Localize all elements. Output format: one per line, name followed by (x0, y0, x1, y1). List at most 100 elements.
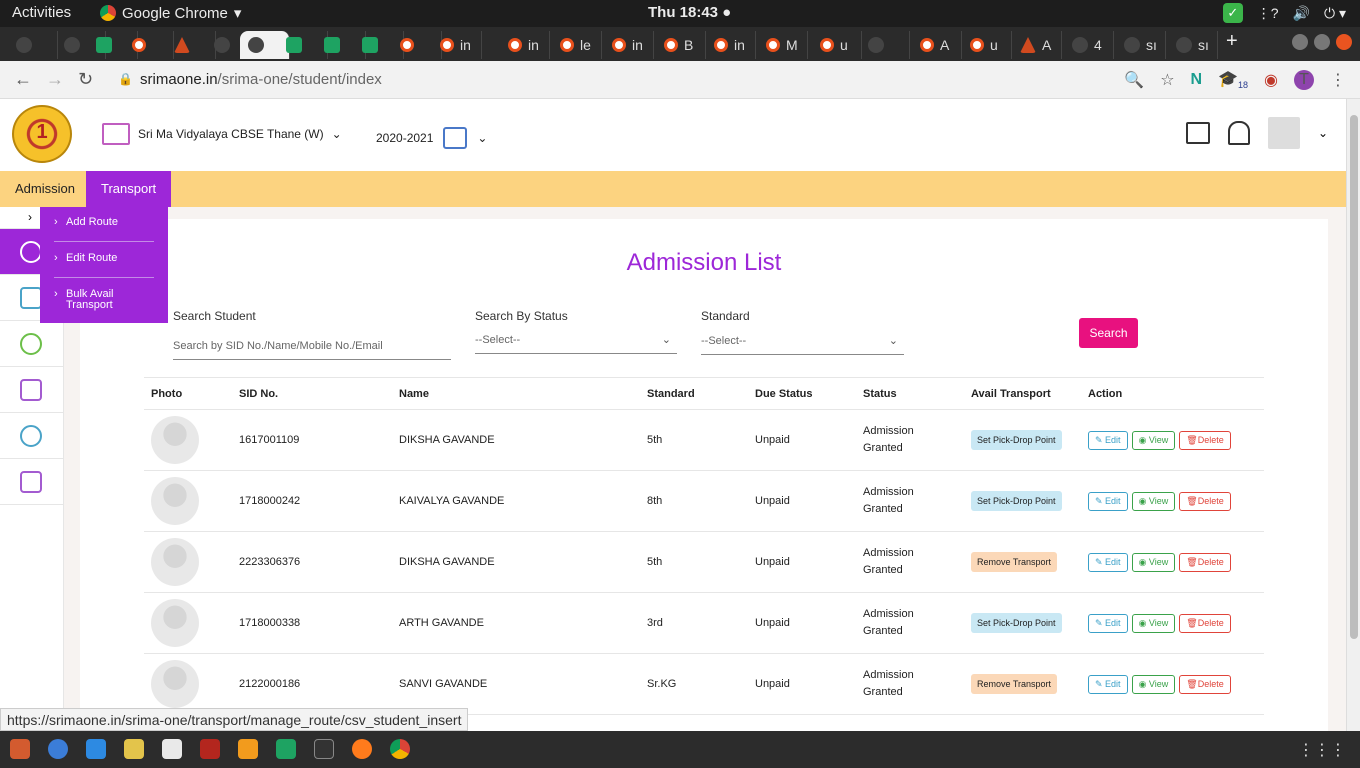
student-name: ARTH GAVANDE (399, 617, 484, 629)
browser-tab[interactable]: 4 (1064, 31, 1114, 59)
delete-button[interactable]: 🗑Delete (1179, 674, 1231, 694)
scrollbar-thumb[interactable] (1350, 115, 1358, 639)
search-input[interactable]: Search by SID No./Name/Mobile No./Email (173, 332, 451, 360)
system-tray[interactable]: ✓ ⋮? 🔊 ⏻ ▾ (1222, 3, 1346, 23)
browser-tab[interactable]: M (758, 31, 808, 59)
sidebar-item-settings[interactable] (0, 413, 64, 459)
view-button[interactable]: ◉ View (1131, 674, 1176, 694)
transport-button[interactable]: Set Pick-Drop Point (971, 430, 1062, 450)
browser-tab[interactable] (8, 31, 58, 59)
browser-tab[interactable]: in (604, 31, 654, 59)
files-icon[interactable] (10, 739, 30, 759)
browser-tab[interactable]: A (912, 31, 962, 59)
standard-select[interactable]: --Select-- ⌄ (701, 327, 904, 355)
browser-tab[interactable]: sı (1168, 31, 1218, 59)
user-avatar[interactable] (1267, 117, 1300, 149)
filezilla-icon[interactable] (200, 739, 220, 759)
school-selector[interactable]: Sri Ma Vidyalaya CBSE Thane (W) ⌄ (102, 123, 342, 145)
sublime-icon[interactable] (238, 739, 258, 759)
edit-button[interactable]: ✎ Edit (1088, 674, 1128, 694)
reload-icon[interactable]: ↻ (78, 69, 93, 90)
check-icon[interactable]: ✓ (1222, 3, 1243, 23)
chrome-icon[interactable] (390, 739, 410, 759)
status-select[interactable]: --Select-- ⌄ (475, 326, 677, 354)
new-tab-button[interactable]: + (1226, 30, 1238, 53)
sidebar-item-users[interactable] (0, 321, 64, 367)
clock[interactable]: Thu 18:43 ● (648, 4, 731, 21)
bell-icon[interactable] (1227, 121, 1250, 145)
delete-button[interactable]: 🗑Delete (1179, 430, 1231, 450)
chrome-menu-icon[interactable]: ⋮ (1330, 70, 1346, 90)
academic-year-selector[interactable]: 2020-2021 ⌄ (376, 127, 487, 149)
tab-label: in (632, 37, 643, 53)
view-button[interactable]: ◉ View (1131, 613, 1176, 633)
browser-tab[interactable]: u (962, 31, 1012, 59)
volume-icon[interactable]: 🔊 (1293, 5, 1310, 22)
zoom-icon[interactable]: 🔍 (1124, 70, 1144, 90)
sidebar-item-transport[interactable] (0, 459, 64, 505)
firefox-icon[interactable] (352, 739, 372, 759)
app-icon[interactable] (124, 739, 144, 759)
browser-tab[interactable]: in (706, 31, 756, 59)
transport-button[interactable]: Remove Transport (971, 552, 1058, 572)
document-icon[interactable] (162, 739, 182, 759)
url-field[interactable]: srimaone.in/srima-one/student/index (140, 71, 382, 88)
edit-label: Edit (1105, 678, 1121, 689)
activities-button[interactable]: Activities (12, 4, 71, 21)
profile-avatar[interactable]: T (1294, 69, 1314, 90)
menu-transport[interactable]: Transport (86, 171, 172, 207)
edit-button[interactable]: ✎ Edit (1088, 552, 1128, 572)
app-icon[interactable] (86, 739, 106, 759)
browser-tab[interactable]: sı (1116, 31, 1166, 59)
school-logo[interactable]: 1 (12, 105, 72, 163)
transport-button[interactable]: Set Pick-Drop Point (971, 613, 1062, 633)
browser-tab[interactable]: B (656, 31, 706, 59)
student-name: DIKSHA GAVANDE (399, 556, 495, 568)
dropdown-edit-route[interactable]: Edit Route (40, 252, 168, 264)
browser-tab[interactable]: le (552, 31, 602, 59)
browser-tab[interactable] (860, 31, 910, 59)
app-menu[interactable]: Google Chrome ▾ (100, 4, 241, 22)
power-icon[interactable]: ⏻ ▾ (1324, 5, 1346, 22)
view-button[interactable]: ◉ View (1131, 491, 1176, 511)
thunderbird-icon[interactable] (48, 739, 68, 759)
menu-admission[interactable]: Admission (0, 171, 90, 207)
extension-circle-icon[interactable]: ◉ (1264, 70, 1278, 90)
maximize-icon[interactable] (1314, 34, 1330, 50)
terminal-icon[interactable] (314, 739, 334, 759)
back-icon[interactable]: ← (14, 69, 32, 90)
due-status: Unpaid (755, 434, 790, 446)
transport-button[interactable]: Set Pick-Drop Point (971, 491, 1062, 511)
close-icon[interactable] (1336, 34, 1352, 50)
network-icon[interactable]: ⋮? (1257, 5, 1279, 22)
spreadsheet-icon[interactable] (276, 739, 296, 759)
view-button[interactable]: ◉ View (1131, 552, 1176, 572)
edit-button[interactable]: ✎ Edit (1088, 491, 1128, 511)
browser-tab[interactable]: A (1012, 31, 1062, 59)
page-scrollbar[interactable] (1346, 99, 1360, 731)
browser-tab[interactable]: in (500, 31, 550, 59)
app-grid-icon[interactable]: ⋮⋮⋮ (1298, 740, 1346, 760)
tab-favicon-icon (174, 37, 190, 53)
delete-button[interactable]: 🗑Delete (1179, 491, 1231, 511)
edit-button[interactable]: ✎ Edit (1088, 430, 1128, 450)
lock-icon[interactable]: 🔒 (118, 72, 133, 86)
edit-button[interactable]: ✎ Edit (1088, 613, 1128, 633)
browser-tab[interactable]: u (812, 31, 862, 59)
notes-edit-icon[interactable] (1185, 122, 1210, 144)
extension-n-icon[interactable]: N (1191, 71, 1203, 89)
chevron-down-icon[interactable]: ⌄ (1318, 126, 1328, 140)
bookmark-star-icon[interactable]: ☆ (1160, 70, 1174, 90)
delete-button[interactable]: 🗑Delete (1179, 552, 1231, 572)
delete-button[interactable]: 🗑Delete (1179, 613, 1231, 633)
extension-cap-icon[interactable]: 🎓18 (1218, 69, 1248, 90)
browser-tab[interactable]: in (432, 31, 482, 59)
transport-button[interactable]: Remove Transport (971, 674, 1058, 694)
dropdown-bulk-avail-transport[interactable]: Bulk Avail Transport (40, 289, 130, 311)
forward-icon[interactable]: → (46, 69, 64, 90)
view-button[interactable]: ◉ View (1131, 430, 1176, 450)
search-button[interactable]: Search (1079, 318, 1138, 348)
sidebar-item-reports[interactable] (0, 367, 64, 413)
minimize-icon[interactable] (1292, 34, 1308, 50)
dropdown-add-route[interactable]: Add Route (40, 216, 168, 228)
